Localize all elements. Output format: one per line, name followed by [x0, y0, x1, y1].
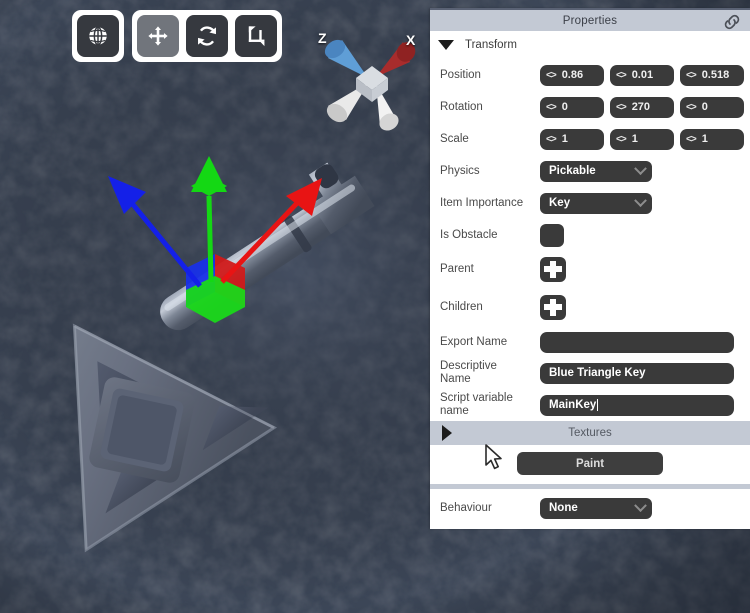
- label-position: Position: [440, 68, 481, 81]
- row-item-importance: Item Importance Key: [430, 187, 750, 219]
- space-mode-group: [72, 10, 124, 62]
- stepper-arrows-icon: <>: [546, 101, 557, 113]
- scale-y-input[interactable]: <> 1: [610, 128, 674, 150]
- label-script-variable-line1: Script variable: [440, 392, 513, 404]
- move-icon: [148, 26, 168, 46]
- rotation-y-value: 270: [631, 101, 651, 113]
- item-importance-dropdown[interactable]: Key: [540, 192, 652, 214]
- row-script-variable-name: Script variable name MainKey: [430, 389, 750, 421]
- stepper-arrows-icon: <>: [686, 101, 697, 113]
- position-z-input[interactable]: <> 0.518: [680, 64, 744, 86]
- behaviour-dropdown[interactable]: None: [540, 497, 652, 519]
- key-3d-object[interactable]: [0, 0, 430, 613]
- chevron-down-icon: [634, 498, 647, 512]
- label-rotation: Rotation: [440, 100, 483, 113]
- item-importance-value: Key: [549, 197, 571, 209]
- editor-window: Z X Properties Transform Position <> 0.8…: [0, 0, 750, 613]
- rotate-icon: [198, 26, 216, 46]
- transform-toolbar: [72, 10, 282, 62]
- label-descriptive-name: Descriptive Name: [440, 360, 540, 386]
- stepper-arrows-icon: <>: [686, 69, 697, 81]
- scale-x-input[interactable]: <> 1: [540, 128, 604, 150]
- position-x-value: 0.86: [561, 69, 584, 81]
- chevron-down-icon: [438, 40, 454, 50]
- script-variable-name-input[interactable]: MainKey: [540, 394, 734, 416]
- row-is-obstacle: Is Obstacle: [430, 219, 750, 251]
- label-descriptive-name-line1: Descriptive: [440, 360, 497, 372]
- row-descriptive-name: Descriptive Name Blue Triangle Key: [430, 357, 750, 389]
- label-parent: Parent: [440, 262, 474, 275]
- label-physics: Physics: [440, 164, 480, 177]
- label-export-name: Export Name: [440, 335, 508, 348]
- paint-area: Paint: [430, 445, 750, 484]
- row-scale: Scale <> 1 <> 1 <> 1: [430, 123, 750, 155]
- label-children: Children: [440, 300, 483, 313]
- row-rotation: Rotation <> 0 <> 270 <> 0: [430, 91, 750, 123]
- label-item-importance: Item Importance: [440, 196, 524, 209]
- position-y-value: 0.01: [631, 69, 654, 81]
- text-caret: [597, 399, 599, 411]
- add-parent-button[interactable]: [540, 256, 566, 282]
- descriptive-name-input[interactable]: Blue Triangle Key: [540, 362, 734, 384]
- chevron-down-icon: [634, 193, 647, 207]
- position-y-input[interactable]: <> 0.01: [610, 64, 674, 86]
- position-z-value: 0.518: [701, 69, 730, 81]
- globe-icon-button[interactable]: [77, 15, 119, 57]
- chevron-down-icon: [634, 161, 647, 175]
- label-behaviour: Behaviour: [440, 501, 492, 514]
- position-x-input[interactable]: <> 0.86: [540, 64, 604, 86]
- scale-tool-button[interactable]: [235, 15, 277, 57]
- scale-icon: [248, 26, 265, 47]
- behaviour-value: None: [549, 502, 578, 514]
- scale-x-value: 1: [561, 133, 568, 145]
- physics-value: Pickable: [549, 165, 596, 177]
- scale-y-value: 1: [631, 133, 638, 145]
- stepper-arrows-icon: <>: [546, 133, 557, 145]
- rotation-z-value: 0: [701, 101, 708, 113]
- rotation-y-input[interactable]: <> 270: [610, 96, 674, 118]
- panel-body: Transform Position <> 0.86 <> 0.01 <> 0.…: [430, 31, 750, 529]
- label-scale: Scale: [440, 132, 469, 145]
- label-descriptive-name-line2: Name: [440, 373, 471, 385]
- script-variable-name-value: MainKey: [549, 399, 597, 411]
- section-title-textures: Textures: [568, 427, 612, 439]
- chain-link-icon[interactable]: [722, 13, 742, 34]
- add-children-button[interactable]: [540, 294, 566, 320]
- row-physics: Physics Pickable: [430, 155, 750, 187]
- descriptive-name-value: Blue Triangle Key: [549, 367, 646, 379]
- transform-mode-group: [132, 10, 282, 62]
- rotation-x-value: 0: [561, 101, 568, 113]
- stepper-arrows-icon: <>: [546, 69, 557, 81]
- scale-z-value: 1: [701, 133, 708, 145]
- move-tool-button[interactable]: [137, 15, 179, 57]
- properties-panel: Properties Transform Position <> 0.86 <>…: [430, 8, 750, 529]
- row-position: Position <> 0.86 <> 0.01 <> 0.518: [430, 59, 750, 91]
- row-parent: Parent: [430, 251, 750, 287]
- section-header-textures[interactable]: Textures: [430, 421, 750, 445]
- section-header-transform[interactable]: Transform: [430, 31, 750, 59]
- is-obstacle-checkbox[interactable]: [540, 223, 564, 247]
- stepper-arrows-icon: <>: [686, 133, 697, 145]
- rotate-tool-button[interactable]: [186, 15, 228, 57]
- scale-z-input[interactable]: <> 1: [680, 128, 744, 150]
- label-script-variable-line2: name: [440, 405, 469, 417]
- row-children: Children: [430, 287, 750, 327]
- row-export-name: Export Name: [430, 327, 750, 357]
- rotation-z-input[interactable]: <> 0: [680, 96, 744, 118]
- stepper-arrows-icon: <>: [616, 101, 627, 113]
- label-is-obstacle: Is Obstacle: [440, 228, 498, 241]
- label-script-variable-name: Script variable name: [440, 392, 540, 418]
- section-title-transform: Transform: [465, 39, 517, 51]
- export-name-input[interactable]: [540, 331, 734, 353]
- rotation-x-input[interactable]: <> 0: [540, 96, 604, 118]
- globe-icon: [89, 26, 107, 46]
- paint-button[interactable]: Paint: [517, 452, 663, 475]
- physics-dropdown[interactable]: Pickable: [540, 160, 652, 182]
- stepper-arrows-icon: <>: [616, 133, 627, 145]
- panel-title: Properties: [562, 14, 618, 27]
- behaviour-area: Behaviour None: [430, 489, 750, 529]
- stepper-arrows-icon: <>: [616, 69, 627, 81]
- row-behaviour: Behaviour None: [430, 495, 750, 521]
- panel-header: Properties: [430, 8, 750, 31]
